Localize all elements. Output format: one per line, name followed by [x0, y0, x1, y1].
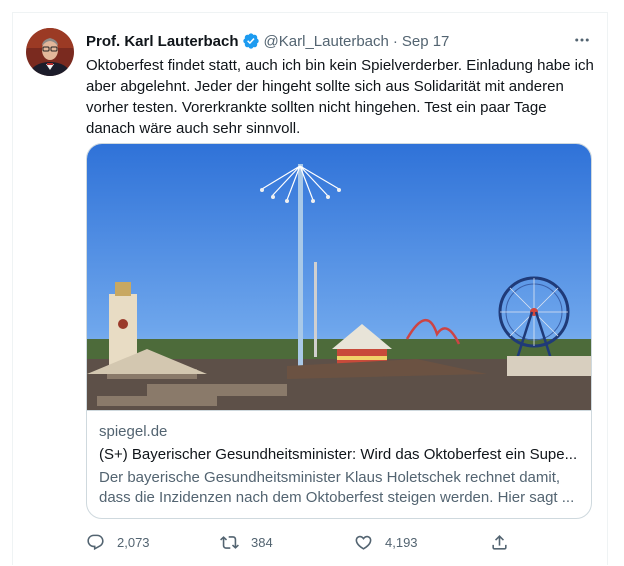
link-preview-body: spiegel.de (S+) Bayerischer Gesundheitsm… [87, 410, 591, 518]
tweet-date[interactable]: Sep 17 [402, 33, 450, 50]
share-icon [492, 534, 507, 550]
oktoberfest-fairground-photo [87, 144, 591, 410]
like-count: 4,193 [385, 534, 418, 550]
verified-badge-icon [242, 32, 260, 50]
avatar[interactable] [26, 28, 74, 76]
link-preview-card[interactable]: spiegel.de (S+) Bayerischer Gesundheitsm… [86, 143, 592, 519]
reply-icon [87, 534, 104, 550]
tweet-text: Oktoberfest findet statt, auch ich bin k… [86, 57, 594, 137]
retweet-icon [220, 535, 239, 549]
share-button[interactable] [490, 528, 521, 556]
author-name[interactable]: Prof. Karl Lauterbach [86, 33, 239, 50]
like-button[interactable]: 4,193 [354, 528, 418, 556]
author-handle[interactable]: @Karl_Lauterbach [264, 33, 389, 50]
link-title: (S+) Bayerischer Gesundheitsminister: Wi… [99, 446, 578, 463]
retweet-button[interactable]: 384 [220, 528, 273, 556]
reply-button[interactable]: 2,073 [86, 528, 150, 556]
separator-dot: · [392, 32, 398, 50]
heart-icon [355, 535, 372, 550]
reply-count: 2,073 [117, 534, 150, 550]
more-options-icon[interactable] [570, 30, 594, 50]
retweet-count: 384 [251, 534, 273, 550]
tweet-header: Prof. Karl Lauterbach @Karl_Lauterbach ·… [86, 31, 449, 51]
link-domain: spiegel.de [99, 423, 168, 440]
tweet-actions: 2,073 384 4,193 [86, 528, 516, 556]
link-description: Der bayerische Gesundheitsminister Klaus… [99, 469, 575, 506]
